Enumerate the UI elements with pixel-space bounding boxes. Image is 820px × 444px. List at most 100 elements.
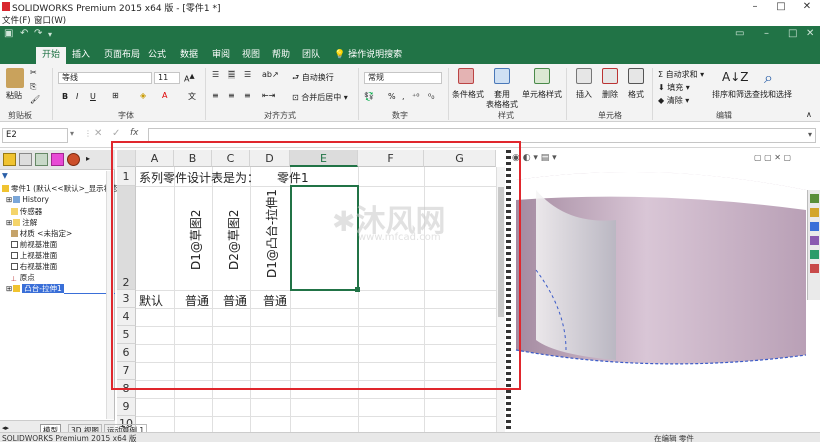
fill-color-icon[interactable]: ◈: [140, 91, 146, 100]
format-cells-icon[interactable]: [628, 68, 644, 84]
bold-button[interactable]: B: [62, 92, 68, 101]
cut-icon[interactable]: ✂: [30, 68, 37, 77]
tab-team[interactable]: 团队: [296, 47, 326, 64]
cylinder-model[interactable]: [506, 150, 806, 432]
panel-more-icon[interactable]: ▸: [86, 154, 90, 163]
tab-formulas[interactable]: 公式: [142, 47, 172, 64]
view-palette-icon[interactable]: [810, 236, 819, 245]
format-painter-icon[interactable]: 🖌: [30, 95, 40, 104]
align-top-icon[interactable]: ☰: [212, 70, 219, 79]
resources-icon[interactable]: [810, 194, 819, 203]
collapse-ribbon-icon[interactable]: ∧: [806, 110, 812, 119]
orientation-icon[interactable]: ab↗: [262, 70, 279, 79]
wrap-text-button[interactable]: ⮐ 自动换行: [292, 72, 334, 86]
tree-item-history[interactable]: ⊞ History: [6, 195, 49, 204]
restore-icon[interactable]: □: [788, 28, 797, 39]
insert-function-button[interactable]: fx: [130, 128, 139, 138]
feature-manager-icon[interactable]: [3, 153, 16, 166]
tab-home[interactable]: 开始: [36, 47, 67, 64]
find-select-button[interactable]: 查找和选择: [752, 89, 792, 100]
sort-filter-button[interactable]: 排序和筛选: [712, 89, 752, 100]
tab-data[interactable]: 数据: [174, 47, 204, 64]
align-bottom-icon[interactable]: ☰: [244, 70, 251, 79]
tab-review[interactable]: 审阅: [206, 47, 236, 64]
save-icon[interactable]: ▣: [4, 28, 13, 39]
comma-style-icon[interactable]: ,: [402, 92, 405, 101]
format-as-table-icon[interactable]: [494, 68, 510, 84]
cell-styles-icon[interactable]: [534, 68, 550, 84]
increase-decimal-icon[interactable]: ⁺⁰: [412, 92, 419, 101]
tree-item-sensors[interactable]: 传感器: [6, 206, 42, 217]
tell-me-search[interactable]: 💡 操作说明搜索: [328, 47, 408, 64]
expand-formula-icon[interactable]: ▾: [808, 130, 812, 139]
maximize-icon[interactable]: □: [768, 0, 794, 14]
dimxpert-icon[interactable]: [51, 153, 64, 166]
menu-window[interactable]: 窗口(W): [34, 14, 66, 26]
cancel-icon[interactable]: ✕: [94, 128, 102, 139]
tab-help[interactable]: 帮助: [266, 47, 296, 64]
tree-item-right-plane[interactable]: 右视基准面: [6, 261, 57, 272]
indent-icon[interactable]: ⇤⇥: [262, 91, 275, 100]
tree-item-material[interactable]: 材质 <未指定>: [6, 228, 72, 239]
close-icon[interactable]: ✕: [794, 0, 820, 14]
task-pane-tabs[interactable]: [807, 190, 820, 300]
percent-button[interactable]: %: [388, 92, 396, 101]
phonetic-icon[interactable]: 文: [188, 91, 196, 102]
cell-styles-button[interactable]: 单元格样式: [522, 89, 562, 100]
minimize-icon[interactable]: –: [742, 0, 768, 14]
insert-cells-icon[interactable]: [576, 68, 592, 84]
undo-icon[interactable]: ↶: [20, 28, 28, 39]
minimize-icon[interactable]: –: [764, 28, 769, 39]
tab-nav-icon[interactable]: ◂▸: [2, 424, 9, 432]
property-manager-icon[interactable]: [19, 153, 32, 166]
decrease-decimal-icon[interactable]: ⁰₀: [428, 92, 434, 101]
tab-page-layout[interactable]: 页面布局: [98, 47, 146, 64]
display-manager-icon[interactable]: [67, 153, 80, 166]
number-format-select[interactable]: 常规: [364, 72, 442, 84]
border-icon[interactable]: ⊞: [112, 91, 119, 100]
copy-icon[interactable]: ⎘: [30, 82, 36, 92]
graphics-viewport[interactable]: ◉ ◐ ▾ ▤ ▾ ▢ ▢ ✕ ▢: [506, 150, 820, 432]
tab-view[interactable]: 视图: [236, 47, 266, 64]
configuration-manager-icon[interactable]: [35, 153, 48, 166]
tree-root[interactable]: 零件1 (默认<<默认>_显示状态: [2, 183, 119, 194]
italic-button[interactable]: I: [76, 92, 78, 101]
underline-button[interactable]: U: [90, 92, 96, 101]
tree-item-origin[interactable]: ⊥ 原点: [6, 272, 35, 283]
appearances-icon[interactable]: [810, 250, 819, 259]
delete-cells-icon[interactable]: [602, 68, 618, 84]
name-box[interactable]: E2: [2, 128, 68, 143]
font-size-select[interactable]: 11: [154, 72, 180, 84]
tree-item-annotations[interactable]: ⊞ 注解: [6, 217, 37, 228]
paste-button[interactable]: 粘贴: [6, 90, 22, 101]
insert-cells-button[interactable]: 插入: [576, 89, 592, 100]
conditional-format-icon[interactable]: [458, 68, 474, 84]
delete-cells-button[interactable]: 删除: [602, 89, 618, 100]
increase-font-icon[interactable]: A▲: [184, 72, 195, 84]
name-box-dropdown-icon[interactable]: ▾: [70, 129, 74, 138]
conditional-format-button[interactable]: 条件格式: [452, 89, 484, 100]
row-header[interactable]: 9: [117, 398, 136, 416]
currency-icon[interactable]: 💱: [364, 92, 374, 101]
redo-icon[interactable]: ↷: [34, 28, 42, 39]
find-select-icon[interactable]: ⌕: [764, 68, 773, 88]
design-library-icon[interactable]: [810, 208, 819, 217]
close-icon[interactable]: ✕: [806, 28, 814, 39]
format-cells-button[interactable]: 格式: [628, 89, 644, 100]
tree-item-top-plane[interactable]: 上视基准面: [6, 250, 57, 261]
merge-center-button[interactable]: ⊡ 合并后居中 ▾: [292, 92, 348, 103]
tab-insert[interactable]: 插入: [66, 47, 96, 64]
align-right-icon[interactable]: ≡: [244, 91, 251, 100]
paste-icon[interactable]: [6, 68, 24, 88]
font-name-select[interactable]: 等线: [58, 72, 152, 84]
autosum-button[interactable]: Σ 自动求和 ▾: [658, 69, 704, 80]
fill-button[interactable]: ⬇ 填充 ▾: [658, 82, 690, 93]
align-center-icon[interactable]: ≡: [228, 91, 235, 100]
tree-item-boss-extrude[interactable]: ⊞ 凸台-拉伸1: [6, 283, 64, 294]
qat-dropdown-icon[interactable]: ▾: [48, 30, 52, 39]
tree-item-front-plane[interactable]: 前视基准面: [6, 239, 57, 250]
file-explorer-icon[interactable]: [810, 222, 819, 231]
custom-properties-icon[interactable]: [810, 264, 819, 273]
menu-file[interactable]: 文件(F): [2, 14, 31, 26]
ribbon-display-icon[interactable]: ▭: [735, 28, 744, 39]
